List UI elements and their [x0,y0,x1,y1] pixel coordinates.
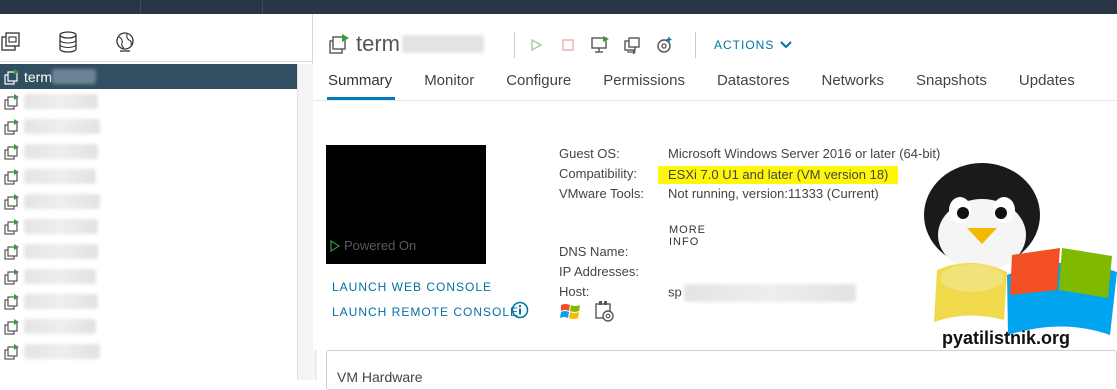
host-value[interactable]: sp [668,284,856,302]
watermark-text: pyatilistnik.org [942,328,1071,348]
chevron-down-icon [780,41,793,49]
tree-item-vm[interactable] [0,164,297,189]
tree-item-redacted [24,269,96,284]
tree-item-redacted [24,294,98,309]
tree-item-redacted [24,219,98,234]
tabs-divider [314,100,1117,101]
storage-icon[interactable] [57,30,79,54]
windows-logo-icon [559,300,583,324]
pyatilistnik-watermark: pyatilistnik.org [912,160,1117,380]
actions-label: ACTIONS [714,38,775,52]
tree-item-vm[interactable] [0,239,297,264]
more-info-link[interactable]: MORE INFO [669,224,706,248]
vm-icon [4,293,20,310]
tab-summary[interactable]: Summary [326,72,396,100]
tab-datastores[interactable]: Datastores [717,72,790,100]
tree-item-vm[interactable] [0,289,297,314]
host-name-redacted [683,284,856,302]
inventory-navigator: term [0,14,313,380]
info-icon[interactable] [511,301,529,319]
tree-item-redacted [24,144,98,159]
vm-icon [4,243,20,260]
vm-icon [4,318,20,335]
navigator-scrollbar[interactable] [297,64,313,380]
tree-item-vm[interactable] [0,189,297,214]
host-name: sp [668,284,682,300]
header-divider [140,0,141,14]
vm-icon [4,93,20,110]
tree-item-redacted [24,94,98,109]
tree-item-vm[interactable] [0,314,297,339]
guest-os-icons [559,300,617,324]
vm-icon [4,268,20,285]
vm-header: term [328,30,484,58]
header-divider [262,0,263,14]
tab-updates[interactable]: Updates [1019,72,1075,100]
tab-monitor[interactable]: Monitor [424,72,474,100]
tree-item-redacted [24,119,100,134]
host-label: Host: [559,284,590,299]
power-off-icon[interactable] [557,34,579,56]
power-state-label: Powered On [344,238,417,253]
tab-networks[interactable]: Networks [822,72,885,100]
vm-icon [4,218,20,235]
vm-name-title: term [356,31,400,56]
compatibility-value: ESXi 7.0 U1 and later (VM version 18) [658,166,899,184]
tree-item-redacted [52,69,96,84]
top-header-bar [0,0,1117,14]
console-thumbnail[interactable]: Powered On [326,145,486,264]
compatibility-label: Compatibility: [559,166,638,181]
migrate-icon[interactable] [621,34,643,56]
guest-os-label: Guest OS: [559,146,620,161]
vm-settings-icon [593,300,617,324]
guest-os-value: Microsoft Windows Server 2016 or later (… [668,146,941,161]
tab-permissions[interactable]: Permissions [603,72,685,100]
vm-tree: term [0,64,297,364]
dns-name-label: DNS Name: [559,244,629,259]
vmware-tools-label: VMware Tools: [559,186,645,201]
tree-item-redacted [24,319,96,334]
vm-icon [4,143,20,160]
tree-item-vm[interactable] [0,264,297,289]
tree-item-selected-vm[interactable]: term [0,64,297,89]
vm-icon [4,68,20,85]
networking-icon[interactable] [114,30,136,54]
ip-addresses-label: IP Addresses: [559,264,639,279]
vm-icon [4,193,20,210]
tree-item-redacted [24,194,100,209]
vm-hardware-title: VM Hardware [337,369,423,385]
tree-item-vm[interactable] [0,214,297,239]
tab-configure[interactable]: Configure [506,72,571,100]
tree-item-vm[interactable] [0,89,297,114]
tree-item-vm[interactable] [0,139,297,164]
vm-icon [4,168,20,185]
vm-icon [328,33,350,55]
tree-item-redacted [24,169,96,184]
vm-name-redacted [402,35,484,53]
vm-icon [4,343,20,360]
tree-item-vm[interactable] [0,339,297,364]
toolbar-divider [514,32,515,58]
vm-icon [4,118,20,135]
launch-remote-console-link[interactable]: LAUNCH REMOTE CONSOLE [332,305,519,319]
tab-snapshots[interactable]: Snapshots [916,72,987,100]
tree-item-label: term [24,68,52,85]
toolbar-divider [695,32,696,58]
panel-edge [314,350,317,380]
vmware-tools-value: Not running, version:11333 (Current) [668,186,879,201]
tree-item-redacted [24,244,98,259]
vm-tabs: Summary Monitor Configure Permissions Datast… [326,72,1107,100]
actions-menu-button[interactable]: ACTIONS [714,38,793,52]
power-on-icon[interactable] [525,34,547,56]
tree-item-vm[interactable] [0,114,297,139]
new-vm-settings-icon[interactable] [653,34,675,56]
tree-item-redacted [24,344,100,359]
hosts-and-clusters-icon[interactable] [0,30,22,54]
launch-web-console-link[interactable]: LAUNCH WEB CONSOLE [332,280,492,294]
launch-console-icon[interactable] [589,34,611,56]
vm-toolbar: ACTIONS [504,32,793,58]
navigator-view-switcher [0,14,313,62]
power-state-icon [330,239,340,252]
power-state: Powered On [330,238,416,253]
